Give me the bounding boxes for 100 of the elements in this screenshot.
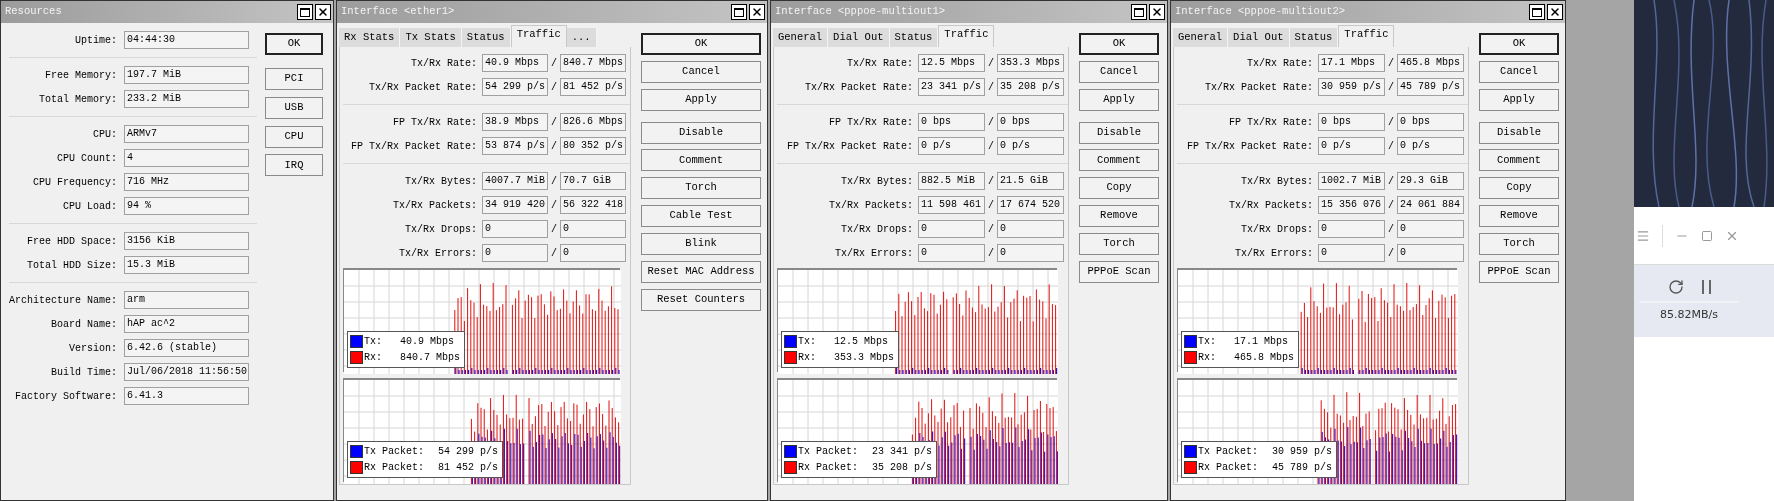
- value-field: 4: [124, 149, 249, 167]
- legend-value: 23 341 p/s: [872, 445, 933, 459]
- field-label: FP Tx/Rx Packet Rate:: [785, 139, 913, 154]
- slash-separator: /: [1387, 222, 1395, 237]
- tab[interactable]: Tx Stats: [400, 28, 462, 47]
- value-field: 0: [997, 244, 1064, 262]
- dialog-button[interactable]: PPPoE Scan: [1479, 260, 1559, 283]
- close-button[interactable]: [749, 4, 765, 20]
- value-field: 0: [1318, 220, 1385, 238]
- dialog-button[interactable]: OK: [265, 32, 323, 55]
- value-field: 54 299 p/s: [482, 78, 548, 96]
- close-button[interactable]: [315, 4, 331, 20]
- dialog-button[interactable]: Cable Test: [641, 205, 761, 228]
- value-field: 24 061 884: [1397, 196, 1464, 214]
- dialog-button[interactable]: Reset MAC Address: [641, 260, 761, 283]
- tab[interactable]: Status: [461, 28, 511, 47]
- field-label: Tx/Rx Drops:: [840, 222, 913, 237]
- dialog-button[interactable]: Comment: [641, 149, 761, 172]
- tab[interactable]: Traffic: [1338, 25, 1395, 47]
- maximize-button[interactable]: [731, 4, 747, 20]
- dialog-button[interactable]: Apply: [641, 88, 761, 111]
- dialog-button[interactable]: Torch: [1079, 233, 1159, 255]
- dialog-button[interactable]: OK: [641, 32, 761, 55]
- field-label: Version:: [68, 341, 117, 356]
- value-field: 38.9 Mbps: [482, 113, 548, 131]
- legend-label: Rx:: [364, 351, 383, 365]
- legend-value: 45 789 p/s: [1272, 461, 1333, 475]
- dialog-button[interactable]: Torch: [641, 177, 761, 200]
- value-field: 0: [1397, 220, 1464, 238]
- field-label: Tx/Rx Errors:: [834, 246, 913, 261]
- dialog-button[interactable]: Blink: [641, 233, 761, 255]
- dialog-button[interactable]: PPPoE Scan: [1079, 260, 1159, 283]
- dialog-button[interactable]: Disable: [1079, 121, 1159, 144]
- value-field: 0 bps: [1397, 113, 1464, 131]
- slash-separator: /: [987, 174, 995, 189]
- value-field: 6.42.6 (stable): [124, 339, 249, 357]
- value-field: 0: [482, 220, 548, 238]
- dialog-button[interactable]: Cancel: [1479, 60, 1559, 83]
- maximize-button[interactable]: [297, 4, 313, 20]
- field-label: FP Tx/Rx Rate:: [392, 115, 477, 130]
- dialog-button[interactable]: IRQ: [265, 154, 323, 177]
- value-field: hAP ac^2: [124, 315, 249, 333]
- dialog-button[interactable]: Apply: [1479, 88, 1559, 111]
- slash-separator: /: [987, 198, 995, 213]
- rotate-icon[interactable]: [1667, 279, 1684, 295]
- slash-separator: /: [550, 198, 558, 213]
- close-button[interactable]: [1149, 4, 1165, 20]
- value-field: 0: [482, 244, 548, 262]
- dialog-button[interactable]: CPU: [265, 125, 323, 148]
- value-field: 81 452 p/s: [560, 78, 626, 96]
- legend-label: Tx:: [1198, 335, 1217, 349]
- dialog-button[interactable]: Apply: [1079, 88, 1159, 111]
- dialog-button[interactable]: USB: [265, 96, 323, 119]
- tab[interactable]: Traffic: [938, 25, 995, 47]
- tab[interactable]: Rx Stats: [339, 28, 401, 47]
- dialog-button[interactable]: OK: [1079, 32, 1159, 55]
- dialog-button[interactable]: Remove: [1479, 205, 1559, 228]
- tab[interactable]: General: [1173, 28, 1229, 47]
- field-label: FP Tx/Rx Rate:: [1228, 115, 1313, 130]
- dialog-button[interactable]: Remove: [1079, 205, 1159, 228]
- dialog-button[interactable]: Torch: [1479, 233, 1559, 255]
- maximize-icon: [1532, 7, 1542, 17]
- dialog-button[interactable]: PCI: [265, 67, 323, 90]
- dialog-button[interactable]: Disable: [1479, 121, 1559, 144]
- field-label: Total HDD Size:: [26, 258, 117, 273]
- value-field: 53 874 p/s: [482, 137, 548, 155]
- dialog-button[interactable]: Comment: [1079, 149, 1159, 172]
- slash-separator: /: [1387, 174, 1395, 189]
- slash-separator: /: [550, 222, 558, 237]
- field-label: Tx/Rx Drops:: [1240, 222, 1313, 237]
- dialog-button[interactable]: OK: [1479, 32, 1559, 55]
- tab[interactable]: Dial Out: [828, 28, 890, 47]
- close-button[interactable]: [1547, 4, 1563, 20]
- maximize-icon: [734, 7, 744, 17]
- dialog-button[interactable]: Copy: [1079, 177, 1159, 200]
- tab[interactable]: Status: [1289, 28, 1339, 47]
- tab[interactable]: Dial Out: [1228, 28, 1290, 47]
- tab[interactable]: Traffic: [510, 25, 567, 47]
- legend-label: Tx Packet:: [798, 445, 859, 459]
- tab[interactable]: Status: [889, 28, 939, 47]
- dialog-button[interactable]: Cancel: [641, 60, 761, 83]
- field-label: Tx/Rx Rate:: [846, 56, 913, 71]
- dialog-button[interactable]: Comment: [1479, 149, 1559, 172]
- maximize-button[interactable]: [1529, 4, 1545, 20]
- legend-label: Tx:: [364, 335, 383, 349]
- tab[interactable]: General: [773, 28, 829, 47]
- maximize-button[interactable]: [1131, 4, 1147, 20]
- maximize-icon[interactable]: [1701, 229, 1713, 242]
- pause-icon[interactable]: [1701, 280, 1711, 294]
- legend-label: Rx Packet:: [1198, 461, 1259, 475]
- field-label: Architecture Name:: [9, 293, 117, 308]
- tab[interactable]: ...: [566, 28, 597, 47]
- dialog-button[interactable]: Cancel: [1079, 60, 1159, 83]
- dialog-button[interactable]: Disable: [641, 121, 761, 144]
- value-field: 80 352 p/s: [560, 137, 626, 155]
- dialog-button[interactable]: Copy: [1479, 177, 1559, 200]
- dialog-button[interactable]: Reset Counters: [641, 288, 761, 311]
- field-label: CPU Frequency:: [32, 175, 117, 190]
- window-title: Resources: [5, 4, 62, 20]
- value-field: 70.7 GiB: [560, 172, 626, 190]
